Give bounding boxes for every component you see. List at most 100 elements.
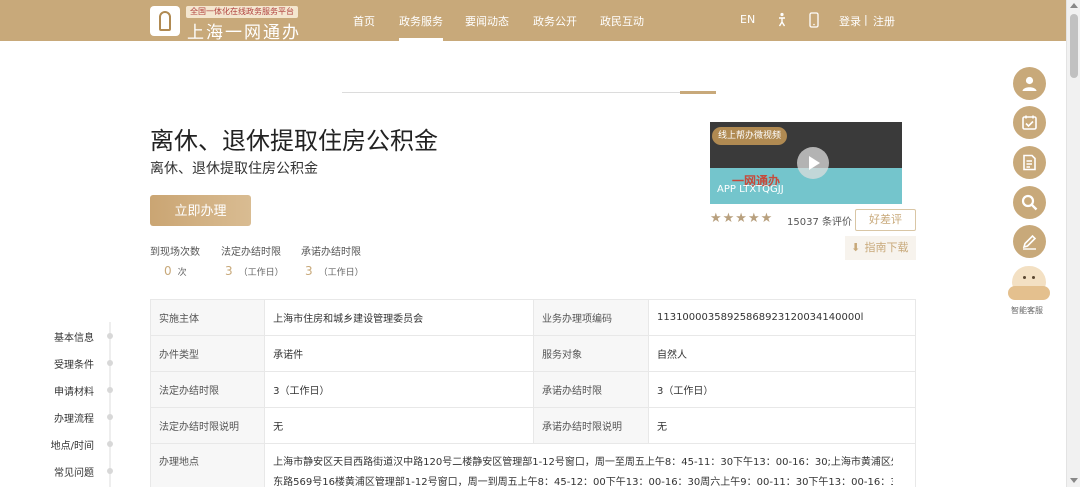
- login-link[interactable]: 登录: [839, 13, 861, 29]
- table-row: 办件类型 承诺件 服务对象 自然人: [149, 335, 917, 372]
- feedback-button[interactable]: [1013, 225, 1046, 258]
- side-nav-materials[interactable]: 申请材料: [0, 383, 130, 399]
- video-tag: 线上帮办微视频: [712, 127, 788, 145]
- page-scrollbar[interactable]: [1066, 0, 1080, 487]
- scroll-up-icon[interactable]: [1070, 3, 1078, 8]
- table-row: 法定办结时限说明 无 承诺办结时限说明 无: [149, 407, 917, 444]
- stat-label: 到现场次数: [150, 247, 200, 258]
- document-icon: [1023, 154, 1036, 171]
- play-icon[interactable]: [797, 147, 829, 179]
- table-row-address: 办理地点 上海市静安区天目西路街道汉中路120号二楼静安区管理部1-12号窗口，…: [149, 443, 916, 487]
- table-key: 承诺办结时限: [533, 371, 649, 408]
- pencil-icon: [1022, 234, 1037, 250]
- download-icon: ⬇: [851, 241, 861, 254]
- good-review-button[interactable]: 好差评: [855, 209, 916, 231]
- side-nav-dot: [107, 468, 113, 474]
- side-nav-dot: [107, 360, 113, 366]
- rating-stars: ★★★★★: [710, 211, 774, 226]
- rating-count-value: 15037: [787, 217, 819, 228]
- nav-public-affairs[interactable]: 政务公开: [533, 13, 577, 29]
- side-nav-dot: [107, 387, 113, 393]
- table-value: 自然人: [647, 335, 917, 372]
- guide-download-label: 指南下载: [864, 241, 909, 254]
- side-nav-dot: [107, 333, 113, 339]
- document-button[interactable]: [1013, 146, 1046, 179]
- nav-active-indicator: [399, 38, 443, 41]
- address-line: 上海市静安区天目西路街道汉中路120号二楼静安区管理部1-12号窗口，周一至周五…: [273, 457, 894, 468]
- table-value: 承诺件: [264, 335, 535, 372]
- mobile-app-icon[interactable]: [807, 12, 821, 28]
- stat-promised-limit: 承诺办结时限 3 （工作日）: [301, 243, 381, 278]
- scroll-thumb[interactable]: [1070, 14, 1078, 78]
- calendar-icon: [1022, 115, 1037, 130]
- side-nav-conditions[interactable]: 受理条件: [0, 356, 130, 372]
- side-nav-dot: [107, 414, 113, 420]
- guide-download-button[interactable]: ⬇ 指南下载: [845, 236, 916, 260]
- table-value: 3（工作日）: [647, 371, 917, 408]
- stat-value: 0: [164, 264, 172, 278]
- nav-interaction[interactable]: 政民互动: [600, 13, 644, 29]
- rating-count: 15037 条评价: [787, 213, 852, 228]
- table-key: 实施主体: [149, 299, 266, 336]
- apply-now-button[interactable]: 立即办理: [150, 195, 251, 226]
- stat-unit: 次: [177, 268, 187, 278]
- table-key: 承诺办结时限说明: [533, 407, 649, 444]
- side-nav-label: 办理流程: [54, 414, 94, 425]
- page-title: 离休、退休提取住房公积金: [150, 127, 438, 155]
- stat-label: 法定办结时限: [221, 247, 281, 258]
- side-nav-basic-info[interactable]: 基本信息: [0, 329, 130, 345]
- table-value: 11310000358925868923120034140000l: [647, 299, 917, 336]
- brand-name[interactable]: 上海一网通办: [187, 18, 301, 43]
- brand-tagline: 全国一体化在线政务服务平台: [186, 6, 298, 18]
- scroll-down-icon[interactable]: [1070, 478, 1078, 483]
- table-key: 办件类型: [149, 335, 266, 372]
- top-header: 全国一体化在线政务服务平台 上海一网通办 首页 政务服务 要闻动态 政务公开 政…: [0, 0, 1066, 43]
- language-switch[interactable]: EN: [740, 13, 755, 26]
- smart-assistant-label: 智能客服: [1011, 306, 1043, 315]
- section-divider-accent: [680, 91, 716, 94]
- table-key: 法定办结时限: [149, 371, 266, 408]
- stat-label: 承诺办结时限: [301, 247, 361, 258]
- video-app-text: APP LTXTQGJJ: [717, 184, 784, 195]
- table-key: 办理地点: [149, 443, 266, 487]
- service-info-table: 实施主体 上海市住房和城乡建设管理委员会 业务办理项编码 11310000358…: [149, 299, 917, 487]
- address-value: 上海市静安区天目西路街道汉中路120号二楼静安区管理部1-12号窗口，周一至周五…: [264, 443, 916, 487]
- table-value: 无: [647, 407, 917, 444]
- nav-news[interactable]: 要闻动态: [465, 13, 509, 29]
- side-nav-process[interactable]: 办理流程: [0, 410, 130, 426]
- register-link[interactable]: 注册: [873, 13, 895, 29]
- section-divider: [342, 92, 716, 93]
- table-row: 实施主体 上海市住房和城乡建设管理委员会 业务办理项编码 11310000358…: [149, 299, 917, 336]
- stat-value: 3: [305, 264, 313, 278]
- stat-value: 3: [225, 264, 233, 278]
- smart-assistant-button[interactable]: [1008, 266, 1050, 302]
- robot-base: [1008, 286, 1050, 300]
- side-nav-label: 常见问题: [54, 468, 94, 479]
- search-button[interactable]: [1013, 186, 1046, 219]
- calendar-button[interactable]: [1013, 106, 1046, 139]
- table-value: 上海市住房和城乡建设管理委员会: [264, 299, 535, 336]
- table-key: 法定办结时限说明: [149, 407, 266, 444]
- site-logo-icon[interactable]: [150, 6, 180, 36]
- rating-count-label: 条评价: [822, 217, 852, 228]
- side-nav-label: 地点/时间: [50, 441, 94, 452]
- table-row: 法定办结时限 3（工作日） 承诺办结时限 3（工作日）: [149, 371, 917, 408]
- side-nav-faq[interactable]: 常见问题: [0, 464, 130, 480]
- header-separator: |: [864, 13, 868, 26]
- search-icon: [1021, 194, 1038, 211]
- table-value: 无: [264, 407, 535, 444]
- accessibility-icon[interactable]: [775, 12, 789, 28]
- side-nav-label: 申请材料: [54, 387, 94, 398]
- stat-visits: 到现场次数 0次: [150, 243, 230, 278]
- table-key: 业务办理项编码: [533, 299, 649, 336]
- nav-home[interactable]: 首页: [353, 13, 375, 29]
- user-center-button[interactable]: [1013, 67, 1046, 100]
- side-nav-label: 受理条件: [54, 360, 94, 371]
- help-video[interactable]: 线上帮办微视频 一网通办 APP LTXTQGJJ: [710, 122, 902, 204]
- stat-unit: （工作日）: [318, 268, 364, 278]
- side-nav-dot: [107, 441, 113, 447]
- nav-services[interactable]: 政务服务: [399, 13, 443, 29]
- user-icon: [1022, 76, 1037, 91]
- side-nav-location-time[interactable]: 地点/时间: [0, 437, 130, 453]
- stat-unit: （工作日）: [238, 268, 284, 278]
